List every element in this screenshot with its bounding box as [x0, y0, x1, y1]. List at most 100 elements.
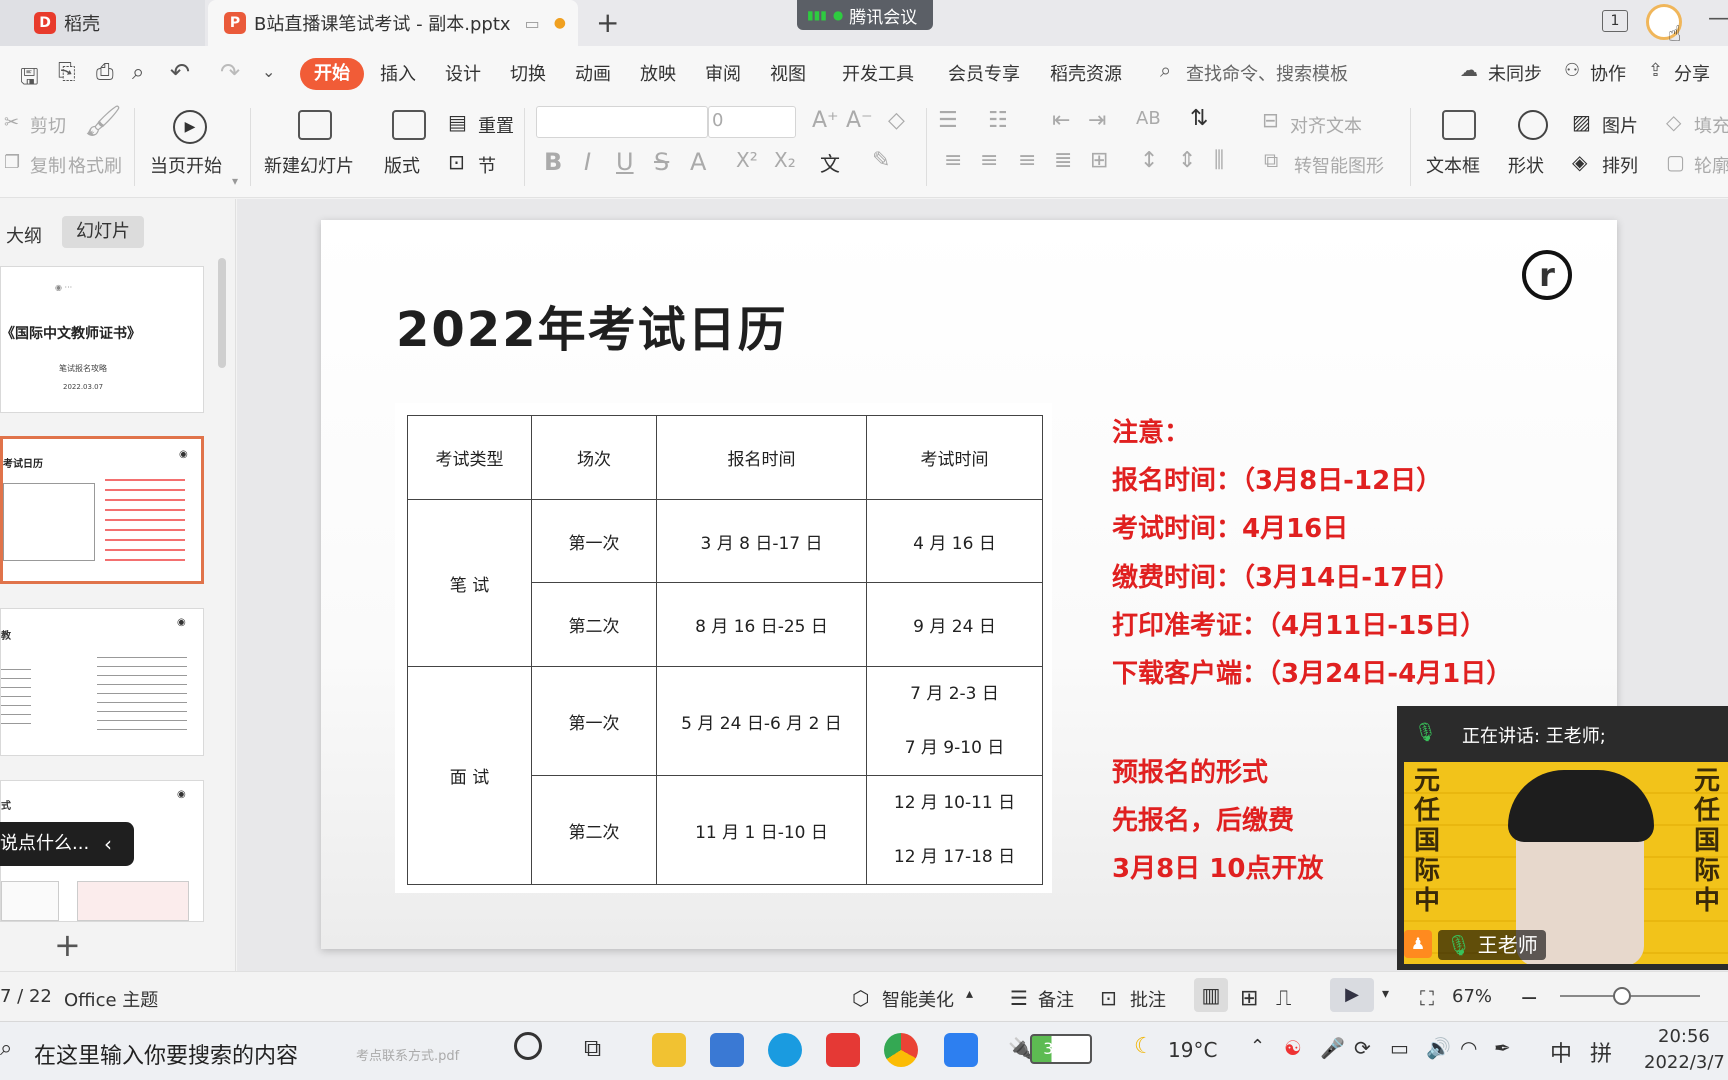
zoom-out-button[interactable]: − [1520, 986, 1538, 1011]
format-painter-button[interactable]: 格式刷 [68, 152, 122, 178]
menu-slideshow[interactable]: 放映 [640, 60, 676, 86]
underline-icon[interactable]: U [616, 148, 634, 176]
columns-icon[interactable]: ⫼ [1214, 148, 1224, 173]
comment-button[interactable]: 批注 [1130, 986, 1166, 1012]
meeting-indicator[interactable]: ▮▮▮ ● 腾讯会议 [797, 0, 933, 30]
tab-outline[interactable]: 大纲 [6, 222, 42, 248]
chrome-icon[interactable] [884, 1033, 918, 1067]
arrange-button[interactable]: 排列 [1602, 152, 1638, 178]
slideshow-dropdown-icon[interactable]: ▾ [1382, 986, 1389, 1002]
sync-icon[interactable]: ⟳ [1354, 1036, 1371, 1060]
para-spacing-icon[interactable]: ⇕ [1178, 148, 1196, 173]
menu-developer[interactable]: 开发工具 [842, 60, 914, 86]
tencent-meeting-icon[interactable] [944, 1033, 978, 1067]
shape-button[interactable]: 形状 [1508, 152, 1544, 178]
clock-time[interactable]: 20:56 [1658, 1026, 1710, 1047]
collab-button[interactable]: 协作 [1590, 60, 1626, 86]
slide-thumb-2[interactable]: 考试日历 ◉ [0, 436, 204, 584]
section-button[interactable]: 节 [478, 152, 496, 178]
text-direction-icon[interactable]: AB [1136, 108, 1161, 129]
collapse-icon[interactable]: ‹ [104, 822, 112, 866]
redo-icon[interactable]: ↷ [220, 58, 240, 86]
align-center-icon[interactable]: ≡ [980, 148, 998, 173]
menu-insert[interactable]: 插入 [380, 60, 416, 86]
comment-bubble[interactable]: 说点什么... ‹ [0, 822, 134, 866]
wps-icon[interactable] [826, 1033, 860, 1067]
layout-icon[interactable] [392, 110, 426, 140]
zoom-level[interactable]: 67% [1452, 986, 1492, 1007]
notes-button[interactable]: 备注 [1038, 986, 1074, 1012]
beautify-dropdown-icon[interactable]: ▴ [966, 986, 973, 1002]
increase-indent-icon[interactable]: ⇥ [1088, 108, 1106, 133]
slide-thumb-3[interactable]: 教 ◉ [0, 608, 204, 756]
pen-icon[interactable]: ✒ [1494, 1036, 1511, 1060]
add-slide-button[interactable]: + [54, 926, 81, 964]
volume-icon[interactable]: 🔊 [1426, 1036, 1451, 1060]
quick-access-dropdown-icon[interactable]: ⌄ [262, 62, 275, 81]
menu-review[interactable]: 审阅 [705, 60, 741, 86]
slide-thumb-1[interactable]: ◉ ··· 《国际中文教师证书》 笔试报名攻略 2022.03.07 [0, 266, 204, 413]
decrease-indent-icon[interactable]: ⇤ [1052, 108, 1070, 133]
reading-view-icon[interactable]: ⎍ [1276, 986, 1291, 1011]
task-view-icon[interactable]: ⧉ [584, 1034, 601, 1062]
format-painter-icon[interactable]: 🖌 [84, 104, 122, 139]
bullets-icon[interactable]: ☰ [938, 108, 958, 133]
menu-view[interactable]: 视图 [770, 60, 806, 86]
new-slide-button[interactable]: 新建幻灯片 [264, 152, 354, 178]
undo-icon[interactable]: ↶ [170, 58, 190, 86]
font-color-icon[interactable]: A [690, 148, 706, 176]
menu-docer-resources[interactable]: 稻壳资源 [1050, 60, 1122, 86]
minimize-button[interactable]: — [1708, 6, 1728, 31]
highlight-icon[interactable]: ✎ [872, 148, 890, 173]
play-current-button[interactable]: 当页开始 [150, 152, 222, 178]
export-icon[interactable]: ⎘ [58, 60, 76, 85]
new-tab-button[interactable]: + [596, 6, 619, 39]
font-grow-icon[interactable]: A⁺ [812, 108, 839, 133]
taskbar-search[interactable]: 在这里输入你要搜索的内容 [34, 1038, 298, 1070]
picture-button[interactable]: 图片 [1602, 112, 1638, 138]
font-shrink-icon[interactable]: A⁻ [846, 108, 873, 133]
layout-button[interactable]: 版式 [384, 152, 420, 178]
wifi-icon[interactable]: ◠ [1460, 1036, 1477, 1060]
normal-view-icon[interactable]: ▥ [1194, 978, 1228, 1012]
clear-format-icon[interactable]: ◇ [888, 108, 905, 133]
phonetic-icon[interactable]: 文 [820, 148, 840, 177]
preview-icon[interactable]: ⌕ [132, 60, 144, 85]
reset-button[interactable]: 重置 [478, 112, 514, 138]
battery-indicator[interactable]: 34% [1030, 1034, 1092, 1064]
superscript-icon[interactable]: X² [736, 148, 758, 172]
new-slide-icon[interactable] [298, 110, 332, 140]
store-icon[interactable] [710, 1033, 744, 1067]
microphone-icon[interactable]: 🎤 [1320, 1036, 1345, 1060]
power-icon[interactable]: ▭ [1390, 1036, 1409, 1060]
screen-icon[interactable]: ▭ [525, 14, 540, 33]
textbox-button[interactable]: 文本框 [1426, 152, 1480, 178]
align-left-icon[interactable]: ≡ [944, 148, 962, 173]
bold-icon[interactable]: B [544, 148, 562, 176]
distribute-icon[interactable]: ⊞ [1090, 148, 1108, 173]
zoom-slider-handle[interactable] [1613, 987, 1631, 1005]
panel-scrollbar[interactable] [218, 258, 226, 368]
edge-icon[interactable] [768, 1033, 802, 1067]
copy-icon[interactable]: ❐ [4, 152, 20, 173]
font-family-select[interactable] [536, 106, 708, 138]
subscript-icon[interactable]: X₂ [774, 148, 796, 172]
theme-name[interactable]: Office 主题 [64, 986, 158, 1012]
copy-button[interactable]: 复制 [30, 152, 66, 178]
cut-button[interactable]: 剪切 [30, 112, 66, 138]
shape-icon[interactable] [1518, 110, 1548, 140]
ime-mode[interactable]: 拼 [1590, 1036, 1612, 1068]
menu-transition[interactable]: 切换 [510, 60, 546, 86]
justify-icon[interactable]: ≣ [1054, 148, 1072, 173]
grid-view-icon[interactable]: ⊞ [1240, 986, 1258, 1011]
clock-date[interactable]: 2022/3/7 [1644, 1052, 1725, 1073]
tab-docer[interactable]: D 稻壳 [0, 0, 205, 46]
strikethrough-icon[interactable]: S [654, 148, 669, 176]
align-text-button[interactable]: 对齐文本 [1290, 112, 1362, 138]
tray-expand-icon[interactable]: ⌃ [1250, 1036, 1265, 1057]
smart-shape-button[interactable]: 转智能图形 [1294, 152, 1384, 178]
play-slideshow-button[interactable]: ▶ [1330, 978, 1374, 1012]
numbering-icon[interactable]: ☷ [988, 108, 1008, 133]
window-count-icon[interactable]: 1 [1602, 10, 1628, 32]
menu-start[interactable]: 开始 [300, 58, 364, 90]
